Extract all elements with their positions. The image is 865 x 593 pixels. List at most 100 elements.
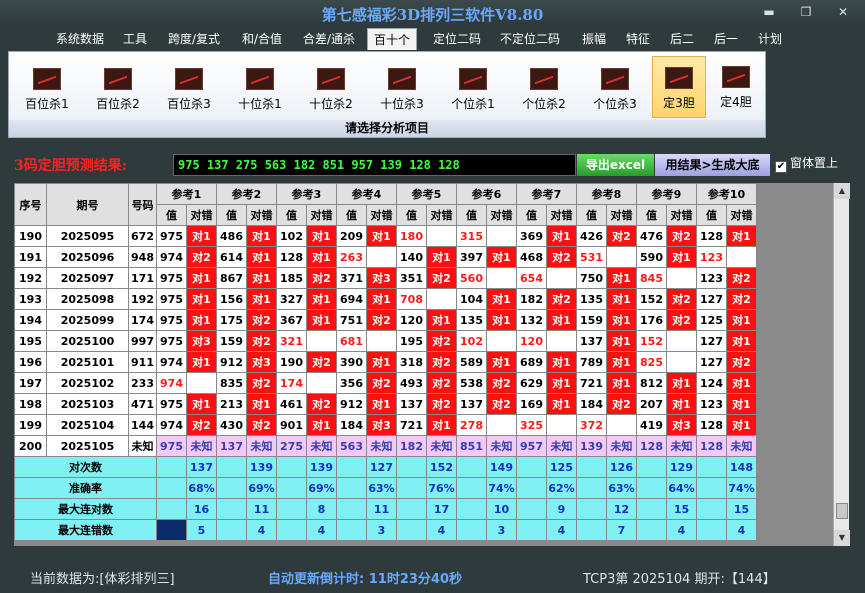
value-cell: 974 [156,372,187,394]
topmost-checkbox[interactable]: ✔ 窗体置上 [775,154,838,173]
stats-value: 12 [606,498,637,520]
value-cell: 135 [456,309,487,331]
menu-item[interactable]: 计划 [758,28,782,50]
table-row[interactable]: 192 2025097 171 975 对1 867 对1 185 对2 371 对3 351 对2 56… [14,267,757,289]
stats-value: 69% [306,477,337,499]
menu-item[interactable]: 后一 [714,28,738,50]
value-cell: 275 [276,435,307,457]
ribbon-button[interactable]: 十位杀3 [371,66,433,116]
result-cell: 未知 [426,435,457,457]
ref-header: 参考8 [576,183,637,205]
table-row[interactable]: 197 2025102 233 974 835 对2 174 356 对2 493 对2 538 对2 6… [14,372,757,394]
ribbon-button[interactable]: 个位杀3 [584,66,646,116]
value-cell: 123 [696,393,727,415]
stats-row: 最大连对数 16 11 8 11 17 10 9 12 15 15 [14,498,757,520]
table-row[interactable]: 196 2025101 911 974 对1 912 对3 190 对2 390 对1 318 对2 58… [14,351,757,373]
stats-value: 129 [666,456,697,478]
stats-spacer [156,498,187,520]
table-row[interactable]: 198 2025103 471 975 对1 213 对1 461 对2 912 对1 137 对2 13… [14,393,757,415]
menu-item[interactable]: 后二 [670,28,694,50]
value-subheader: 值 [396,204,427,226]
issue-cell: 2025102 [46,372,129,394]
scroll-thumb[interactable] [836,503,848,519]
stats-value: 74% [726,477,757,499]
stats-value: 9 [546,498,577,520]
result-cell: 对1 [726,330,757,352]
table-row[interactable]: 194 2025099 174 975 对1 175 对2 367 对1 751 对2 120 对1 13… [14,309,757,331]
table-row[interactable]: 199 2025104 144 974 对2 430 对2 901 对1 184 对3 721 对1 27… [14,414,757,436]
close-icon[interactable]: ✕ [833,5,853,19]
stats-value: 148 [726,456,757,478]
generate-button[interactable]: 用结果>生成大底 [655,154,770,176]
table-row[interactable]: 191 2025096 948 974 对2 614 对1 128 对1 263 140 对1 397 对… [14,246,757,268]
ribbon-button[interactable]: 个位杀1 [442,66,504,116]
result-cell: 对1 [666,372,697,394]
ribbon-button[interactable]: 个位杀2 [513,66,575,116]
value-cell: 184 [576,393,607,415]
scroll-down-icon[interactable]: ▼ [834,530,850,546]
stats-value: 5 [186,519,217,541]
stats-value: 16 [186,498,217,520]
restore-icon[interactable]: ❐ [796,5,816,19]
value-cell: 751 [336,309,367,331]
stats-value: 127 [366,456,397,478]
result-cell: 对1 [546,393,577,415]
menu-item[interactable]: 系统数据 [56,28,104,50]
vertical-scrollbar[interactable]: ▲ ▼ [833,183,850,546]
menu-item[interactable]: 合差/通杀 [303,28,355,50]
value-cell: 137 [396,393,427,415]
chart-icon [388,68,416,90]
ribbon-button[interactable]: 百位杀2 [87,66,149,116]
result-cell: 对2 [486,372,517,394]
result-cell: 对1 [366,351,397,373]
header-row: 序号 期号 号码 参考1 参考2 参考3 参考4 参考5 参考6 参考7 参考8 参考9 参考10 [14,183,757,226]
ribbon-button[interactable]: 定3胆 [652,56,706,118]
result-cell: 对2 [606,393,637,415]
scroll-up-icon[interactable]: ▲ [834,183,850,199]
value-cell: 689 [516,351,547,373]
stats-spacer [456,498,487,520]
result-cell: 对1 [726,414,757,436]
ribbon-button[interactable]: 定4胆 [709,56,763,118]
menu-item[interactable]: 定位二码 [433,28,481,50]
value-cell: 137 [576,330,607,352]
predict-result-field[interactable]: 975 137 275 563 182 851 957 139 128 128 [173,154,576,176]
minimize-icon[interactable]: ▬ [759,5,779,19]
menu-item[interactable]: 工具 [123,28,147,50]
table-row[interactable]: 190 2025095 672 975 对1 486 对1 102 对1 209 对1 180 315 3… [14,225,757,247]
value-cell: 975 [156,330,187,352]
stats-value: 76% [426,477,457,499]
table-row[interactable]: 193 2025098 192 975 对1 156 对1 327 对1 694 对1 708 104 对… [14,288,757,310]
menu-item[interactable]: 跨度/复式 [168,28,220,50]
stats-row: 最大连错数 5 4 4 3 4 3 4 7 4 4 [14,519,757,541]
stats-value: 139 [306,456,337,478]
export-excel-button[interactable]: 导出excel [577,154,654,176]
result-cell: 对1 [606,288,637,310]
pending-row[interactable]: 200 2025105 未知 975 未知 137 未知 275 未知 563 未知 182 未知 851… [14,435,757,457]
menu-item[interactable]: 特征 [626,28,650,50]
stats-value: 15 [666,498,697,520]
value-cell: 120 [396,309,427,331]
menu-item[interactable]: 百十个 [367,28,418,50]
value-cell: 123 [696,246,727,268]
result-cell: 对2 [306,351,337,373]
table-row[interactable]: 195 2025100 997 975 对3 159 对2 321 681 195 对2 102 120… [14,330,757,352]
result-cell [186,372,217,394]
menu-item[interactable]: 振幅 [582,28,606,50]
value-cell: 137 [456,393,487,415]
stats-spacer [456,456,487,478]
result-cell: 对3 [186,330,217,352]
menu-item[interactable]: 和/合值 [242,28,282,50]
menu-item[interactable]: 不定位二码 [500,28,560,50]
value-cell: 371 [336,267,367,289]
stats-value: 11 [366,498,397,520]
value-cell: 125 [696,309,727,331]
seq-cell: 191 [14,246,47,268]
result-cell: 对1 [186,288,217,310]
ribbon-button[interactable]: 百位杀3 [158,66,220,116]
ribbon-button[interactable]: 百位杀1 [16,66,78,116]
value-cell: 184 [336,414,367,436]
ribbon-button[interactable]: 十位杀1 [229,66,291,116]
value-cell: 975 [156,393,187,415]
ribbon-button[interactable]: 十位杀2 [300,66,362,116]
